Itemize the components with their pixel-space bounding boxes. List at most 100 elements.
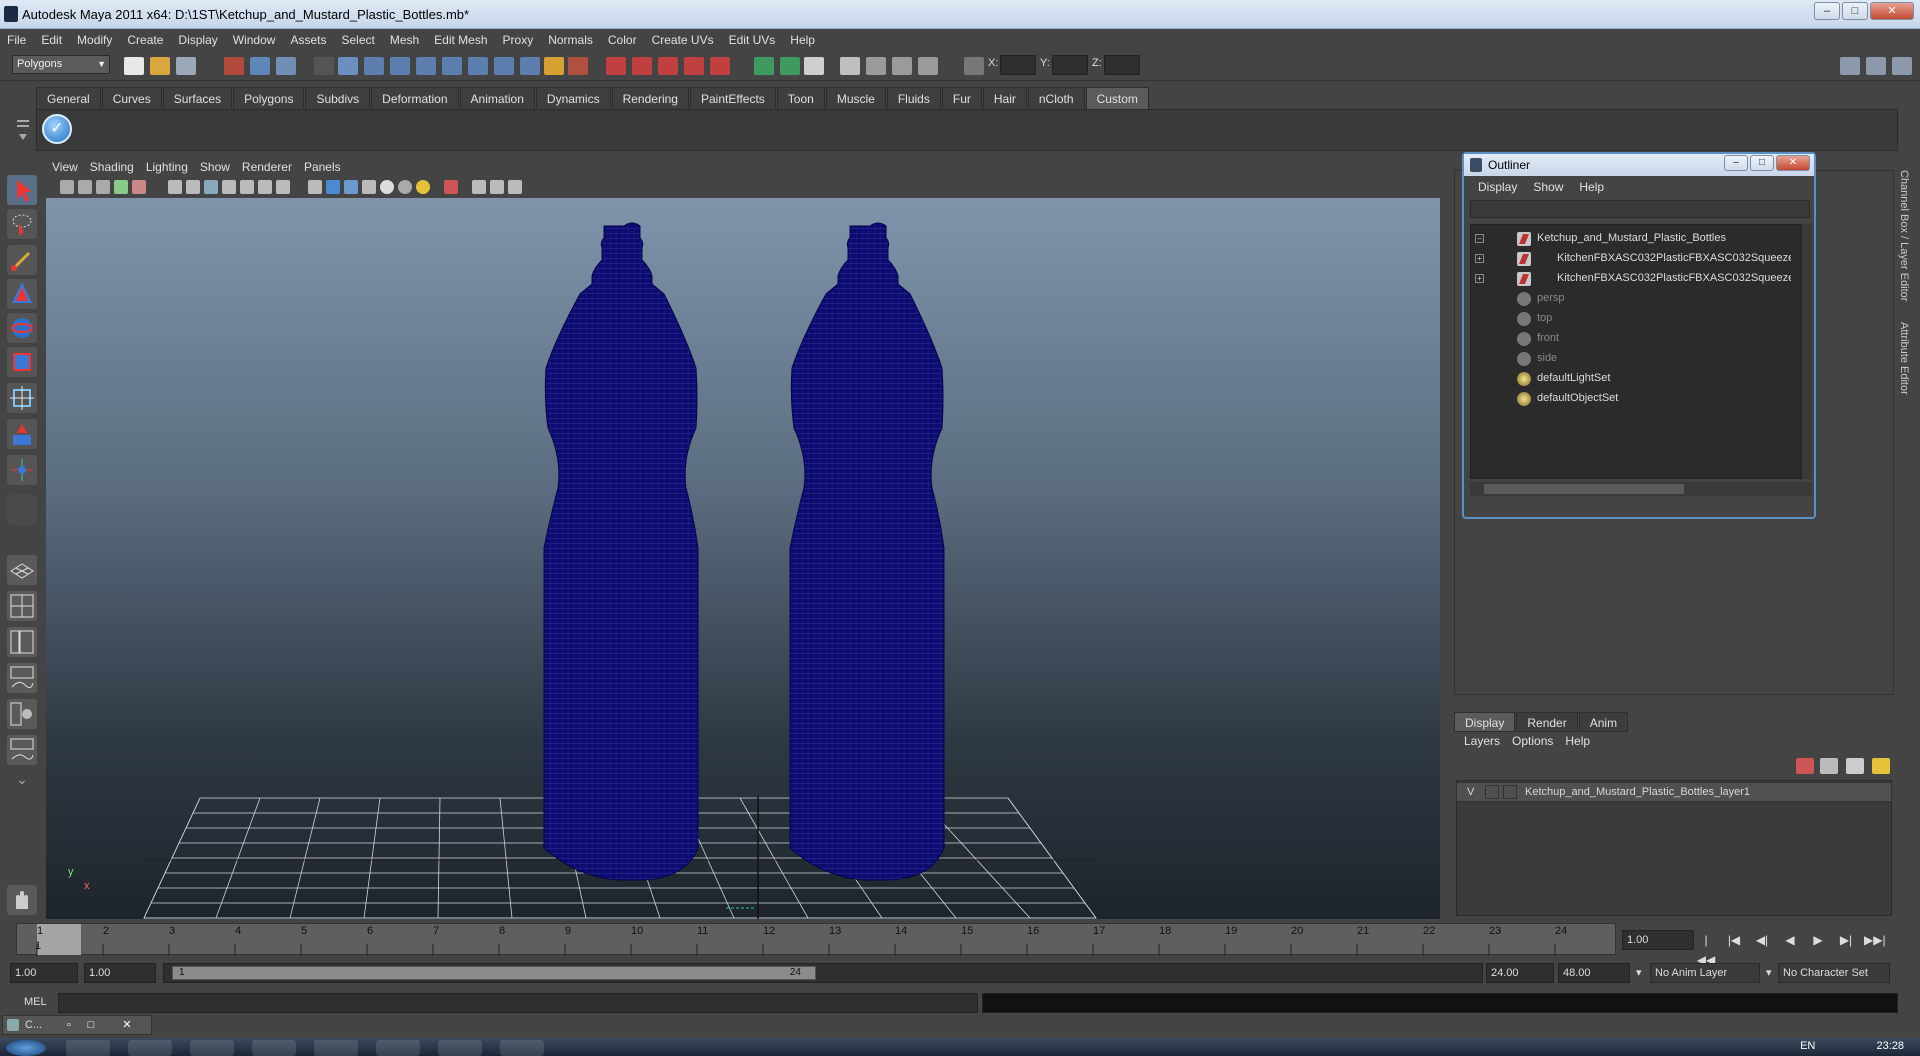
outliner-menu-show[interactable]: Show bbox=[1525, 180, 1571, 194]
shadows-icon[interactable] bbox=[416, 180, 430, 194]
snap-curve-icon[interactable] bbox=[632, 57, 652, 75]
default-lighting-icon[interactable] bbox=[380, 180, 394, 194]
z-field[interactable] bbox=[1104, 55, 1140, 75]
persp-outliner-layout-icon[interactable] bbox=[7, 627, 37, 657]
soft-modification-icon[interactable] bbox=[7, 419, 37, 449]
bookmarks-icon[interactable] bbox=[96, 180, 110, 194]
make-live-icon[interactable] bbox=[710, 57, 730, 75]
input-output-icon[interactable] bbox=[754, 57, 774, 75]
camera-attributes-icon[interactable] bbox=[78, 180, 92, 194]
shelf-tab-rendering[interactable]: Rendering bbox=[611, 87, 689, 109]
current-frame-field[interactable]: 1.00 bbox=[1622, 930, 1694, 950]
menu-modify[interactable]: Modify bbox=[70, 33, 120, 47]
taskbar-app-icon[interactable] bbox=[128, 1040, 172, 1056]
minimized-window[interactable]: C... ▫ □ ✕ bbox=[2, 1015, 152, 1035]
select-deformations-icon[interactable] bbox=[442, 57, 462, 75]
persp-graph-layout-icon[interactable] bbox=[7, 663, 37, 693]
layer-visibility-toggle[interactable]: V bbox=[1467, 786, 1474, 798]
shelf-tab-painteffects[interactable]: PaintEffects bbox=[689, 87, 776, 109]
outliner-scroll-thumb[interactable] bbox=[1484, 484, 1684, 494]
go-to-start-icon[interactable]: |◀◀ bbox=[1696, 930, 1716, 967]
four-view-layout-icon[interactable] bbox=[7, 591, 37, 621]
chevron-down-icon[interactable]: ▾ bbox=[1636, 963, 1642, 983]
select-component-icon[interactable] bbox=[276, 57, 296, 75]
layer-menu-options[interactable]: Options bbox=[1506, 734, 1559, 748]
shelf-tab-muscle[interactable]: Muscle bbox=[825, 87, 886, 109]
menu-set-dropdown[interactable]: Polygons ▼ bbox=[12, 55, 110, 74]
render-settings-icon[interactable] bbox=[918, 57, 938, 75]
expand-icon[interactable]: + bbox=[1475, 274, 1484, 283]
outliner-graph-layout-icon[interactable] bbox=[7, 735, 37, 765]
new-layer-from-selection-icon[interactable] bbox=[1820, 758, 1838, 774]
image-plane-icon[interactable] bbox=[114, 180, 128, 194]
universal-manipulator-icon[interactable] bbox=[7, 383, 37, 413]
xray-icon[interactable] bbox=[472, 180, 486, 194]
new-scene-icon[interactable] bbox=[124, 57, 144, 75]
animation-end-field[interactable]: 48.00 bbox=[1558, 963, 1630, 983]
open-scene-icon[interactable] bbox=[150, 57, 170, 75]
menu-file[interactable]: File bbox=[0, 33, 34, 47]
viewport-menu-view[interactable]: View bbox=[46, 158, 84, 176]
layer-tab-render[interactable]: Render bbox=[1516, 712, 1578, 732]
custom-shelf-checkmark-icon[interactable]: ✓ bbox=[42, 114, 72, 144]
command-language-label[interactable]: MEL bbox=[6, 996, 56, 1012]
select-dynamics-icon[interactable] bbox=[468, 57, 488, 75]
shelf-tab-polygons[interactable]: Polygons bbox=[233, 87, 305, 109]
viewport-menu-renderer[interactable]: Renderer bbox=[236, 158, 298, 176]
safe-action-icon[interactable] bbox=[258, 180, 272, 194]
ipr-render-icon[interactable] bbox=[892, 57, 912, 75]
outliner-item[interactable]: defaultObjectSet bbox=[1471, 389, 1791, 409]
field-chart-icon[interactable] bbox=[240, 180, 254, 194]
viewport-menu-lighting[interactable]: Lighting bbox=[140, 158, 194, 176]
shelf-tab-hair[interactable]: Hair bbox=[982, 87, 1027, 109]
history-icon[interactable] bbox=[780, 57, 800, 75]
time-slider[interactable]: 1 1 2 3 4 5 6 7 8 9 10 11 12 13 14 15 16… bbox=[16, 923, 1616, 956]
all-lights-icon[interactable] bbox=[398, 180, 412, 194]
lasso-tool-icon[interactable] bbox=[7, 209, 37, 239]
outliner-item[interactable]: + KitchenFBXASC032PlasticFBXASC032Squeez… bbox=[1471, 249, 1791, 269]
render-view-icon[interactable] bbox=[840, 57, 860, 75]
wireframe-icon[interactable] bbox=[308, 180, 322, 194]
shelf-tab-fluids[interactable]: Fluids bbox=[886, 87, 941, 109]
outliner-close-button[interactable]: ✕ bbox=[1776, 155, 1810, 171]
render-frame-icon[interactable] bbox=[866, 57, 886, 75]
maximize-button[interactable]: □ bbox=[1842, 2, 1868, 20]
taskbar-app-icon[interactable] bbox=[500, 1040, 544, 1056]
transform-input-icon[interactable] bbox=[964, 57, 984, 75]
menu-edit[interactable]: Edit bbox=[34, 33, 70, 47]
outliner-menu-help[interactable]: Help bbox=[1571, 180, 1612, 194]
select-surfaces-icon[interactable] bbox=[416, 57, 436, 75]
shelf-tab-ncloth[interactable]: nCloth bbox=[1027, 87, 1085, 109]
shelf-tab-subdivs[interactable]: Subdivs bbox=[305, 87, 371, 109]
menu-color[interactable]: Color bbox=[601, 33, 645, 47]
select-rendering-icon[interactable] bbox=[494, 57, 514, 75]
close-button[interactable]: ✕ bbox=[1870, 2, 1914, 20]
shelf-menu-icon[interactable] bbox=[14, 116, 32, 144]
select-tool-icon[interactable] bbox=[7, 175, 37, 205]
select-joints-icon[interactable] bbox=[364, 57, 384, 75]
move-tool-icon[interactable] bbox=[7, 279, 37, 309]
two-d-pan-zoom-icon[interactable] bbox=[132, 180, 146, 194]
minimize-button[interactable]: – bbox=[1814, 2, 1840, 20]
layer-tab-display[interactable]: Display bbox=[1454, 712, 1516, 732]
lock-selection-icon[interactable] bbox=[544, 57, 564, 75]
construction-history-icon[interactable] bbox=[804, 57, 824, 75]
menu-window[interactable]: Window bbox=[226, 33, 284, 47]
safe-title-icon[interactable] bbox=[276, 180, 290, 194]
move-layer-down-icon[interactable] bbox=[1872, 758, 1890, 774]
resolution-gate-icon[interactable] bbox=[204, 180, 218, 194]
menu-help[interactable]: Help bbox=[783, 33, 823, 47]
taskbar-app-icon[interactable] bbox=[438, 1040, 482, 1056]
menu-mesh[interactable]: Mesh bbox=[383, 33, 427, 47]
layer-menu-layers[interactable]: Layers bbox=[1458, 734, 1506, 748]
anim-layer-dropdown[interactable]: No Anim Layer bbox=[1650, 963, 1760, 983]
menu-display[interactable]: Display bbox=[171, 33, 225, 47]
more-layouts-icon[interactable]: ⌄ bbox=[7, 771, 37, 801]
menu-create-uvs[interactable]: Create UVs bbox=[645, 33, 722, 47]
shelf-tab-general[interactable]: General bbox=[36, 87, 101, 109]
outliner-horizontal-scrollbar[interactable] bbox=[1470, 482, 1812, 496]
taskbar-folder-icon[interactable] bbox=[314, 1040, 358, 1056]
scale-tool-icon[interactable] bbox=[7, 347, 37, 377]
expand-icon[interactable]: + bbox=[1475, 254, 1484, 263]
play-backwards-icon[interactable]: ◀ bbox=[1780, 930, 1800, 950]
